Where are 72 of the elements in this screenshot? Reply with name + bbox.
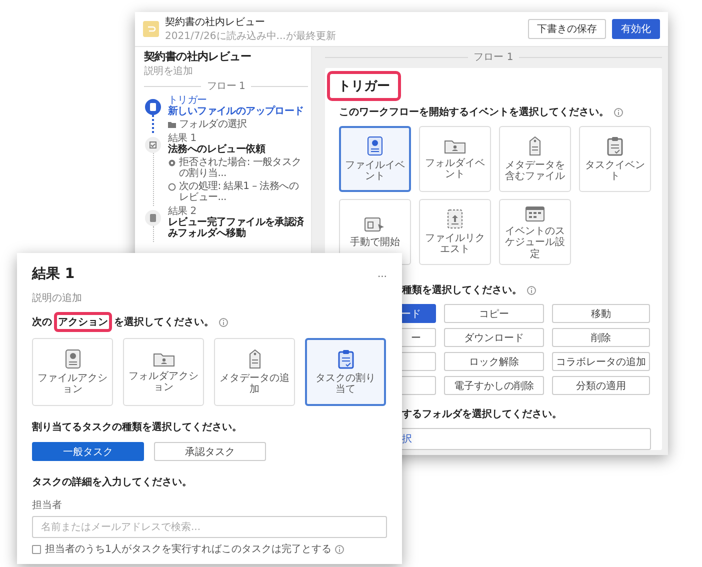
clipboard-icon <box>607 136 623 156</box>
section-label: 割り当てるタスクの種類を選択してください。 <box>32 420 243 434</box>
description-link[interactable]: 説明の追加 <box>32 291 387 305</box>
option-tile[interactable]: フォルダアクション <box>123 338 204 406</box>
option-tile[interactable]: イベントのスケジュール設定 <box>499 199 571 265</box>
option-tile[interactable]: タスクの割り当て <box>305 338 386 406</box>
more-menu[interactable]: ... <box>377 268 387 280</box>
save-draft-button[interactable]: 下書きの保存 <box>528 19 606 39</box>
step-marker[interactable] <box>145 99 161 116</box>
folder-icon <box>444 138 466 154</box>
flow-label: フロー 1 <box>206 81 246 92</box>
instruction-text: このワークフローを開始するイベントを選択してください。 <box>339 106 609 119</box>
folder-icon <box>152 350 174 366</box>
step-detail: 拒否された場合: 一般タスクの割り当... <box>179 157 302 180</box>
instruction-text: 種類を選択してください。 <box>402 284 522 297</box>
timeline-line <box>152 226 154 242</box>
checkbox-label: 担当者のうち1人がタスクを実行すればこのタスクは完了とする <box>45 542 332 556</box>
section-heading: トリガー <box>327 71 401 101</box>
circle-icon <box>168 183 176 192</box>
info-icon <box>527 286 536 294</box>
step-detail: 次の処理: 結果1 – 法務へのレビュー... <box>179 181 300 204</box>
step-title[interactable]: 新しいファイルのアップロード <box>168 106 304 118</box>
step-label: 結果 1 <box>168 133 198 144</box>
activate-button[interactable]: 有効化 <box>612 19 660 39</box>
folder-icon <box>168 121 176 130</box>
option-tile[interactable]: ファイルリクエスト <box>419 199 491 265</box>
instruction-text: するフォルダを選択してください。 <box>401 408 563 421</box>
action-option[interactable]: 電子すかしの削除 <box>444 376 544 395</box>
upload-document-icon <box>447 208 463 228</box>
action-option[interactable]: 分類の適用 <box>552 376 650 395</box>
clipboard-icon <box>338 348 354 368</box>
option-tile[interactable]: メタデータを含むファイル <box>499 126 571 192</box>
timeline-line <box>152 115 154 134</box>
option-tile[interactable]: タスクイベント <box>579 126 651 192</box>
document-icon <box>64 348 80 368</box>
task-type-button[interactable]: 一般タスク <box>32 442 144 461</box>
section-label: タスクの詳細を入力してください。 <box>32 476 193 489</box>
step-label: 結果 2 <box>168 206 198 218</box>
option-tile[interactable]: ファイルイベント <box>339 126 411 192</box>
assignee-field[interactable]: 名前またはメールアドレスで検索... <box>32 516 387 538</box>
option-tile[interactable]: ファイルアクション <box>32 338 113 406</box>
action-option[interactable]: ダウンロード <box>444 328 544 347</box>
task-type-button[interactable]: 承認タスク <box>154 442 266 461</box>
action-option[interactable]: 移動 <box>552 304 650 323</box>
step-title[interactable]: レビュー完了ファイルを承認済みフォルダへ移動 <box>168 217 308 240</box>
workflow-title: 契約書の社内レビュー <box>165 16 266 29</box>
step-label: トリガー <box>168 95 208 106</box>
checkbox[interactable] <box>32 544 41 554</box>
dialog-title: 結果 1 <box>32 265 76 283</box>
step-marker[interactable] <box>145 137 161 154</box>
info-icon <box>335 544 344 554</box>
step-detail: フォルダの選択 <box>179 119 247 130</box>
action-option[interactable]: コピー <box>444 304 544 323</box>
last-updated-text: 2021/7/26に読み込み中...が最終更新 <box>165 30 337 43</box>
action-option[interactable]: 削除 <box>552 328 650 347</box>
option-tile[interactable]: メタデータの追加 <box>214 338 295 406</box>
flow-label: フロー 1 <box>474 51 514 64</box>
document-cursor-icon <box>364 215 386 234</box>
option-tile[interactable]: フォルダイベント <box>419 126 491 192</box>
sidebar-title: 契約書の社内レビュー <box>144 51 252 64</box>
step-marker[interactable] <box>145 210 161 226</box>
info-icon <box>219 318 228 326</box>
action-option[interactable]: コラボレータの追加 <box>552 352 650 371</box>
step-title[interactable]: 法務へのレビュー依頼 <box>168 144 308 156</box>
workflow-icon <box>143 21 159 37</box>
document-icon <box>367 136 383 156</box>
timeline-line <box>152 153 154 206</box>
info-icon <box>614 108 623 116</box>
action-option[interactable]: ロック解除 <box>444 352 544 371</box>
instruction-text: 次の アクション を選択してください。 <box>32 315 214 329</box>
calendar-icon <box>525 204 545 222</box>
field-label: 担当者 <box>32 498 63 512</box>
